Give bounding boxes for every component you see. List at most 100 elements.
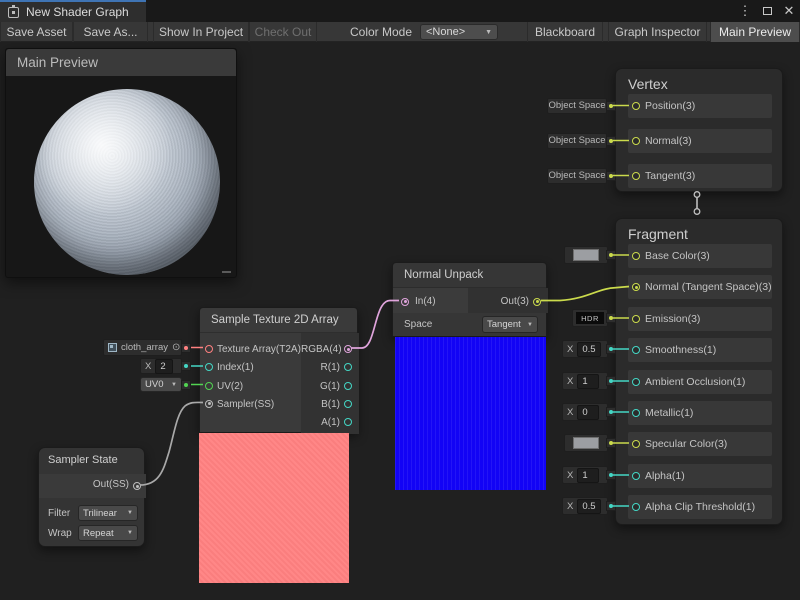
position-port[interactable] [632, 102, 640, 110]
tangent-port[interactable] [632, 172, 640, 180]
smoothness-port[interactable] [632, 346, 640, 354]
position-space-dot [606, 101, 616, 111]
smoothness-dot [606, 344, 616, 354]
sample-texture-preview [199, 433, 349, 583]
alpha-row: Alpha(1) [628, 464, 772, 488]
normal-space-chip[interactable]: Object Space [547, 133, 607, 149]
in-port[interactable] [401, 298, 409, 306]
object-picker-icon[interactable]: ⊙ [172, 342, 180, 353]
space-dropdown[interactable]: Tangent ▼ [482, 316, 538, 333]
ambient-occlusion-value-field[interactable]: X1 [562, 372, 608, 390]
graph-inspector-button[interactable]: Graph Inspector [608, 22, 707, 42]
metallic-port[interactable] [632, 409, 640, 417]
maximize-icon[interactable] [760, 0, 774, 22]
b-port[interactable] [344, 400, 352, 408]
preview-resize-grip[interactable] [222, 271, 231, 273]
alpha-clip-dot [606, 501, 616, 511]
alpha-dot [606, 470, 616, 480]
main-preview-header[interactable]: Main Preview [6, 49, 236, 76]
ambient-occlusion-dot [606, 376, 616, 386]
main-preview-title: Main Preview [17, 55, 98, 70]
dropdown-arrow-icon: ▼ [527, 322, 533, 328]
main-preview-button[interactable]: Main Preview [710, 22, 800, 42]
smoothness-row: Smoothness(1) [628, 338, 772, 362]
sampler-state-node[interactable]: Sampler State Out(SS) Filter Trilinear ▼… [38, 447, 145, 547]
save-as-button[interactable]: Save As... [73, 22, 148, 42]
g-port[interactable] [344, 382, 352, 390]
metallic-row: Metallic(1) [628, 401, 772, 425]
alpha-port[interactable] [632, 472, 640, 480]
texture-array-icon [108, 343, 117, 352]
index-dot [181, 361, 191, 371]
alpha-value-field[interactable]: X1 [562, 466, 608, 484]
base-color-dot [606, 250, 616, 260]
emission-dot [606, 313, 616, 323]
close-icon[interactable]: ✕ [782, 0, 796, 22]
uv-channel-dropdown[interactable]: UV0 ▼ [140, 377, 182, 392]
alpha-clip-port[interactable] [632, 503, 640, 511]
metallic-value-field[interactable]: X0 [562, 403, 608, 421]
dropdown-arrow-icon: ▼ [127, 510, 133, 516]
toolbar: Save Asset Save As... Show In Project Ch… [0, 22, 800, 42]
show-in-project-button[interactable]: Show In Project [153, 22, 249, 42]
color-mode-dropdown[interactable]: <None> ▼ [420, 24, 498, 40]
blackboard-button[interactable]: Blackboard [527, 22, 603, 42]
wrap-dropdown[interactable]: Repeat ▼ [78, 525, 138, 541]
normal-space-dot [606, 136, 616, 146]
specular-color-swatch[interactable] [564, 434, 608, 452]
tangent-space-chip[interactable]: Object Space [547, 168, 607, 184]
emission-hdr-field[interactable]: HDR [572, 309, 608, 327]
save-asset-button[interactable]: Save Asset [0, 22, 73, 42]
dropdown-arrow-icon: ▼ [127, 530, 133, 536]
uv-port[interactable] [205, 382, 213, 390]
rgba-port[interactable] [344, 345, 352, 353]
preview-sphere [34, 89, 220, 275]
base-color-port[interactable] [632, 252, 640, 260]
uv-dot [181, 380, 191, 390]
normal-tangent-port[interactable] [632, 283, 640, 291]
window-menu-icon[interactable]: ⋮ [738, 0, 752, 22]
dropdown-arrow-icon: ▼ [485, 29, 492, 36]
fragment-node[interactable]: Fragment Base Color(3) Normal (Tangent S… [615, 218, 783, 525]
sampler-port[interactable] [205, 400, 213, 408]
emission-row: Emission(3) [628, 307, 772, 331]
main-preview-window: Main Preview [5, 48, 237, 278]
out-ss-port[interactable] [133, 482, 141, 490]
position-space-chip[interactable]: Object Space [547, 98, 607, 114]
alpha-clip-value-field[interactable]: X0.5 [562, 497, 608, 515]
smoothness-value-field[interactable]: X0.5 [562, 340, 608, 358]
normal-port[interactable] [632, 137, 640, 145]
r-port[interactable] [344, 363, 352, 371]
vertex-tangent-row: Tangent(3) [628, 164, 772, 188]
texture-array-dot [181, 343, 191, 353]
a-port[interactable] [344, 418, 352, 426]
ambient-occlusion-port[interactable] [632, 378, 640, 386]
vertex-node[interactable]: Vertex Position(3) Normal(3) Tangent(3) [615, 68, 783, 192]
emission-port[interactable] [632, 315, 640, 323]
shader-graph-editor: New Shader Graph ⋮ ✕ Save Asset Save As.… [0, 0, 800, 600]
index-port[interactable] [205, 363, 213, 371]
specular-color-port[interactable] [632, 440, 640, 448]
texture-array-port[interactable] [205, 345, 213, 353]
metallic-dot [606, 407, 616, 417]
filter-dropdown[interactable]: Trilinear ▼ [78, 505, 138, 521]
normal-unpack-node[interactable]: Normal Unpack In(4) Out(3) Space Tangent… [392, 262, 547, 337]
check-out-button: Check Out [249, 22, 317, 42]
vertex-position-row: Position(3) [628, 94, 772, 118]
texture-array-field[interactable]: cloth_array ⊙ [103, 339, 182, 356]
base-color-swatch[interactable] [564, 246, 608, 264]
shader-graph-icon [8, 7, 19, 18]
index-value-field[interactable]: X 2 [140, 358, 182, 374]
alpha-clip-row: Alpha Clip Threshold(1) [628, 495, 772, 519]
base-color-row: Base Color(3) [628, 244, 772, 268]
vertex-normal-row: Normal(3) [628, 129, 772, 153]
sample-texture-2d-array-node[interactable]: Sample Texture 2D Array Texture Array(T2… [199, 307, 358, 433]
tab-new-shader-graph[interactable]: New Shader Graph [0, 0, 146, 22]
out-port[interactable] [533, 298, 541, 306]
sampler-state-node-title: Sampler State [39, 448, 144, 472]
normal-unpack-preview [395, 337, 546, 490]
tangent-space-dot [606, 171, 616, 181]
tab-title: New Shader Graph [26, 5, 129, 19]
color-mode-label: Color Mode [350, 22, 412, 42]
sample-texture-node-title: Sample Texture 2D Array [200, 308, 357, 333]
